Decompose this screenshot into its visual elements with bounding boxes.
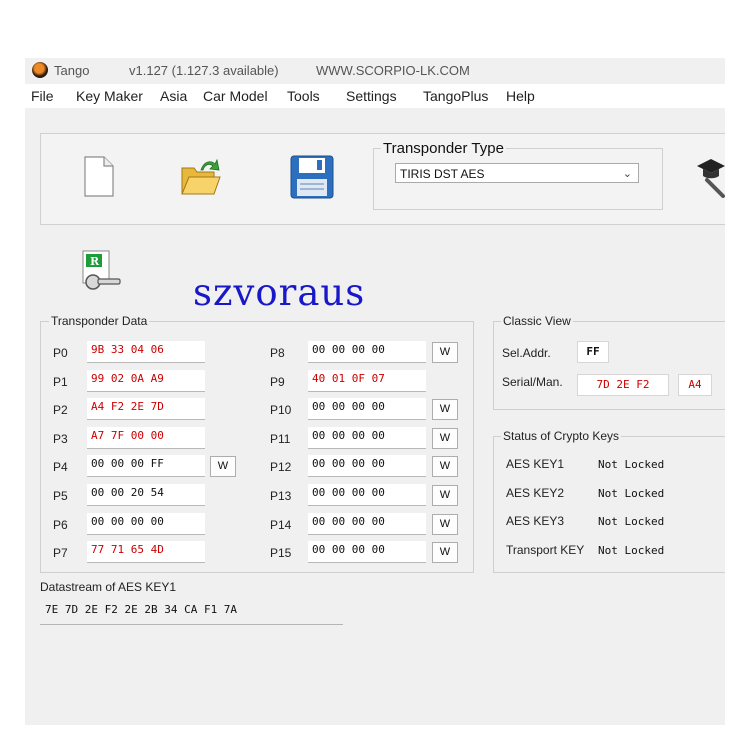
read-key-icon[interactable]: R	[82, 248, 122, 294]
crypto-key-name: Transport KEY	[506, 542, 585, 557]
page-label-p9: P9	[270, 375, 285, 389]
crypto-key-name: AES KEY1	[506, 457, 565, 471]
write-button-p4[interactable]: W	[210, 456, 236, 477]
classic-view-group	[493, 321, 725, 410]
page-label-p4: P4	[53, 460, 68, 474]
menu-tools[interactable]: Tools	[287, 88, 320, 104]
crypto-keys-label: Status of Crypto Keys	[501, 429, 622, 443]
page-label-p14: P14	[270, 518, 292, 532]
menu-bar: File Key Maker Asia Car Model Tools Sett…	[25, 84, 725, 108]
graduation-key-icon[interactable]	[695, 154, 725, 198]
page-field-p10[interactable]: 00 00 00 00	[308, 398, 426, 420]
page-field-p7[interactable]: 77 71 65 4D	[87, 541, 205, 563]
serial-label: Serial/Man.	[502, 375, 563, 389]
write-button-p13[interactable]: W	[432, 485, 458, 506]
page-field-p11[interactable]: 00 00 00 00	[308, 427, 426, 449]
page-label-p12: P12	[270, 460, 292, 474]
website-text: WWW.SCORPIO-LK.COM	[316, 63, 470, 78]
page-field-p4[interactable]: 00 00 00 FF	[87, 455, 205, 477]
transponder-type-value: TIRIS DST AES	[400, 167, 485, 181]
sel-addr-label: Sel.Addr.	[502, 346, 551, 360]
sel-addr-value[interactable]: FF	[577, 341, 609, 363]
page-field-p13[interactable]: 00 00 00 00	[308, 484, 426, 506]
page-field-p12[interactable]: 00 00 00 00	[308, 455, 426, 477]
transponder-type-select[interactable]: TIRIS DST AES ⌄	[395, 163, 639, 183]
write-button-p12[interactable]: W	[432, 456, 458, 477]
menu-key-maker[interactable]: Key Maker	[76, 88, 143, 104]
page-field-p8[interactable]: 00 00 00 00	[308, 341, 426, 363]
page-label-p5: P5	[53, 489, 68, 503]
page-label-p7: P7	[53, 546, 68, 560]
page-field-p2[interactable]: A4 F2 2E 7D	[87, 398, 205, 420]
menu-settings[interactable]: Settings	[346, 88, 397, 104]
page-field-p15[interactable]: 00 00 00 00	[308, 541, 426, 563]
page-field-p5[interactable]: 00 00 20 54	[87, 484, 205, 506]
page-label-p11: P11	[270, 432, 291, 446]
crypto-key-name: AES KEY2	[506, 485, 565, 500]
page-label-p1: P1	[53, 375, 68, 389]
menu-help[interactable]: Help	[506, 88, 535, 104]
watermark-text: szvoraus	[193, 271, 366, 314]
classic-view-label: Classic View	[501, 314, 573, 328]
page-field-p0[interactable]: 9B 33 04 06	[87, 341, 205, 363]
app-window: Tango v1.127 (1.127.3 available) WWW.SCO…	[25, 58, 725, 725]
page-label-p15: P15	[270, 546, 292, 560]
page-label-p8: P8	[270, 346, 285, 360]
page-field-p14[interactable]: 00 00 00 00	[308, 513, 426, 535]
svg-text:R: R	[90, 255, 100, 268]
menu-tangoplus[interactable]: TangoPlus	[423, 88, 488, 104]
app-name: Tango	[54, 63, 90, 78]
serial-value[interactable]: 7D 2E F2	[577, 374, 669, 396]
crypto-key-status: Not Locked	[598, 458, 665, 471]
write-button-p15[interactable]: W	[432, 542, 458, 563]
page-field-p1[interactable]: 99 02 0A A9	[87, 370, 205, 392]
page-field-p9[interactable]: 40 01 0F 07	[308, 370, 426, 392]
page-field-p6[interactable]: 00 00 00 00	[87, 513, 205, 535]
write-button-p14[interactable]: W	[432, 514, 458, 535]
crypto-key-status: Not Locked	[598, 486, 665, 500]
write-button-p8[interactable]: W	[432, 342, 458, 363]
write-button-p10[interactable]: W	[432, 399, 458, 420]
title-bar: Tango v1.127 (1.127.3 available) WWW.SCO…	[25, 58, 725, 84]
page-label-p6: P6	[53, 518, 68, 532]
menu-car-model[interactable]: Car Model	[203, 88, 268, 104]
crypto-key-name: AES KEY3	[506, 514, 565, 529]
menu-asia[interactable]: Asia	[160, 88, 187, 104]
transponder-type-label: Transponder Type	[381, 140, 506, 157]
page-label-p13: P13	[270, 489, 292, 503]
datastream-field[interactable]: 7E 7D 2E F2 2E 2B 34 CA F1 7A	[40, 600, 343, 625]
open-folder-icon[interactable]	[180, 158, 222, 198]
page-label-p2: P2	[53, 403, 68, 417]
crypto-key-status: Not Locked	[598, 543, 665, 557]
page-label-p3: P3	[53, 432, 68, 446]
crypto-key-status: Not Locked	[598, 515, 665, 529]
app-logo-icon	[32, 62, 48, 78]
page-label-p0: P0	[53, 346, 68, 360]
new-file-icon[interactable]	[83, 156, 115, 198]
transponder-data-label: Transponder Data	[49, 314, 150, 328]
page-label-p10: P10	[270, 403, 292, 417]
save-floppy-icon[interactable]	[290, 155, 334, 199]
write-button-p11[interactable]: W	[432, 428, 458, 449]
chevron-down-icon: ⌄	[622, 168, 632, 180]
version-text: v1.127 (1.127.3 available)	[129, 63, 279, 78]
menu-file[interactable]: File	[31, 88, 54, 104]
datastream-label: Datastream of AES KEY1	[40, 580, 177, 594]
man-value[interactable]: A4	[678, 374, 712, 396]
page-field-p3[interactable]: A7 7F 00 00	[87, 427, 205, 449]
